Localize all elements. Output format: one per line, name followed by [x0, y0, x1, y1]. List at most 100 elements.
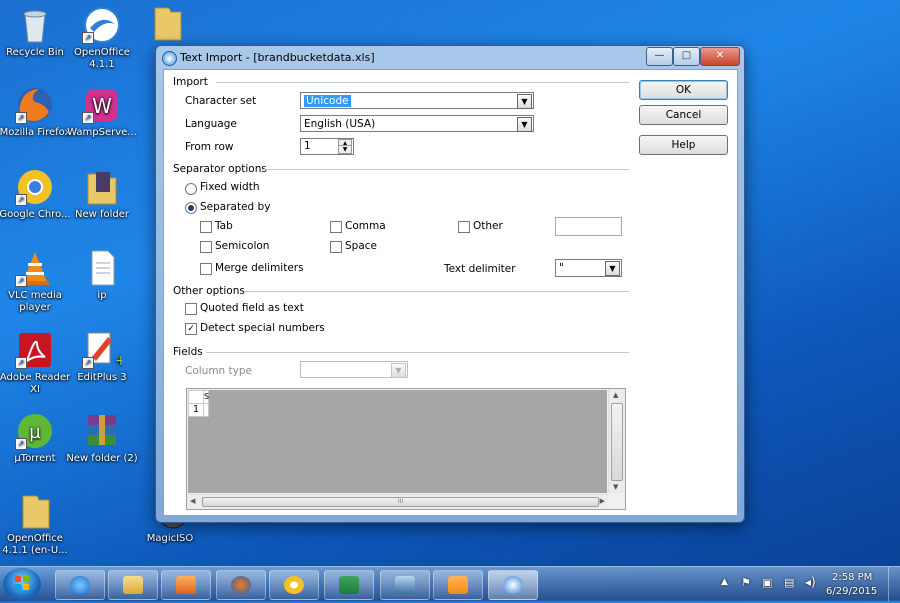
winrar-archive-icon	[82, 412, 122, 450]
desktop-icon-new-folder[interactable]: New folder	[66, 168, 138, 221]
minimize-button[interactable]: —	[646, 47, 673, 66]
desktop-icon-wampserver[interactable]: W ↗ WampServe...	[66, 86, 138, 139]
desktop-icon-vlc[interactable]: ↗ VLC media player	[0, 249, 71, 314]
fields-section-heading: Fields	[173, 346, 203, 358]
cancel-button[interactable]: Cancel	[639, 105, 728, 125]
detect-special-numbers-checkbox[interactable]: ✓	[185, 323, 197, 335]
space-checkbox[interactable]	[330, 241, 342, 253]
utorrent-icon: µ ↗	[15, 412, 55, 450]
taskbar-chrome[interactable]	[269, 570, 319, 600]
scroll-right-icon[interactable]: ▶	[600, 497, 605, 505]
tray-action-center-icon[interactable]: ▣	[762, 576, 772, 589]
preview-grid[interactable]: S 1 ▲ ▼ ◀ III ▶	[186, 388, 626, 510]
fixed-width-radio[interactable]	[185, 183, 197, 195]
ok-button[interactable]: OK	[639, 80, 728, 100]
other-separator-input[interactable]	[555, 217, 622, 236]
svg-text:+: +	[115, 353, 122, 369]
shortcut-arrow-icon: ↗	[15, 438, 27, 450]
show-desktop-button[interactable]	[888, 567, 900, 601]
svg-text:W: W	[92, 94, 112, 118]
firefox-icon: ↗	[15, 86, 55, 124]
chrome-icon: ↗	[15, 168, 55, 206]
openoffice-icon: ↗	[82, 6, 122, 44]
clock-date[interactable]: 6/29/2015	[826, 586, 877, 597]
other-checkbox[interactable]	[458, 221, 470, 233]
excel-icon	[339, 576, 359, 594]
icon-label: µTorrent	[14, 453, 56, 464]
clock-time[interactable]: 2:58 PM	[832, 572, 872, 583]
taskbar-firefox[interactable]	[216, 570, 266, 600]
grid-column-header[interactable]: S	[203, 390, 209, 404]
chrome-icon	[284, 576, 304, 594]
start-button[interactable]	[3, 568, 41, 600]
scroll-left-icon[interactable]: ◀	[190, 497, 195, 505]
merge-delimiters-checkbox[interactable]	[200, 263, 212, 275]
spin-down-icon[interactable]: ▼	[338, 145, 352, 154]
taskbar-openoffice[interactable]	[488, 570, 538, 600]
grid-cell[interactable]	[203, 403, 209, 417]
maximize-button[interactable]: □	[673, 47, 700, 66]
tray-network-icon[interactable]: ▤	[784, 576, 794, 589]
desktop-icon-chrome[interactable]: ↗ Google Chro...	[0, 168, 71, 221]
scroll-down-icon[interactable]: ▼	[613, 483, 618, 491]
dropdown-arrow-icon[interactable]: ▼	[517, 117, 532, 132]
desktop-icon-openoffice[interactable]: ↗ OpenOffice 4.1.1	[66, 6, 138, 71]
tray-expand-icon[interactable]: ▲	[721, 577, 728, 587]
desktop-icon-utorrent[interactable]: µ ↗ µTorrent	[0, 412, 71, 465]
recycle-bin-icon	[15, 6, 55, 44]
grid-vertical-scrollbar[interactable]: ▲ ▼	[608, 389, 625, 493]
help-button[interactable]: Help	[639, 135, 728, 155]
taskbar-vlc[interactable]	[433, 570, 483, 600]
text-delimiter-dropdown[interactable]: " ▼	[555, 259, 622, 277]
icon-label: OpenOffice 4.1.1	[74, 47, 130, 70]
taskbar-remote-desktop[interactable]	[380, 570, 430, 600]
section-divider	[216, 82, 629, 83]
grid-horizontal-scrollbar[interactable]: ◀ III ▶	[187, 494, 608, 509]
tray-flag-icon[interactable]: ⚑	[741, 576, 751, 589]
vertical-scroll-thumb[interactable]	[611, 403, 623, 481]
dropdown-arrow-icon[interactable]: ▼	[517, 94, 532, 109]
language-value: English (USA)	[304, 118, 376, 130]
taskbar-excel[interactable]	[324, 570, 374, 600]
shortcut-arrow-icon: ↗	[15, 194, 27, 206]
desktop-icon-folder[interactable]	[131, 4, 203, 45]
desktop-icon-adobe-reader[interactable]: ↗ Adobe Reader XI	[0, 331, 71, 396]
desktop-icon-new-folder-2[interactable]: New folder (2)	[66, 412, 138, 465]
horizontal-scroll-thumb[interactable]: III	[202, 497, 599, 507]
taskbar-internet-explorer[interactable]	[55, 570, 105, 600]
folder-icon	[15, 492, 55, 530]
text-delimiter-value: "	[559, 262, 564, 274]
from-row-spinner[interactable]: 1 ▲ ▼	[300, 138, 354, 155]
desktop-icon-editplus[interactable]: + ↗ EditPlus 3	[66, 331, 138, 384]
icon-label: OpenOffice 4.1.1 (en-U...	[2, 533, 68, 556]
quoted-field-checkbox[interactable]	[185, 303, 197, 315]
fixed-width-label: Fixed width	[200, 181, 260, 193]
grid-row-header[interactable]: 1	[188, 403, 204, 417]
section-divider	[206, 352, 629, 353]
desktop-icon-openoffice-installer[interactable]: OpenOffice 4.1.1 (en-U...	[0, 492, 71, 557]
character-set-dropdown[interactable]: Unicode ▼	[300, 92, 534, 109]
text-delimiter-label: Text delimiter	[444, 263, 516, 275]
taskbar-explorer[interactable]	[108, 570, 158, 600]
icon-label: Recycle Bin	[6, 47, 64, 58]
folder-icon	[147, 4, 187, 42]
explorer-icon	[123, 576, 143, 594]
language-dropdown[interactable]: English (USA) ▼	[300, 115, 534, 132]
semicolon-checkbox[interactable]	[200, 241, 212, 253]
merge-delimiters-label: Merge delimiters	[215, 262, 304, 274]
close-button[interactable]: ✕	[700, 47, 740, 66]
desktop-icon-ip[interactable]: ip	[66, 249, 138, 302]
dialog-titlebar[interactable]: Text Import - [brandbucketdata.xls] — □ …	[156, 46, 744, 70]
dropdown-arrow-icon[interactable]: ▼	[391, 363, 406, 378]
comma-checkbox[interactable]	[330, 221, 342, 233]
folder-icon	[82, 168, 122, 206]
separated-by-radio[interactable]	[185, 202, 197, 214]
taskbar-media-player[interactable]	[161, 570, 211, 600]
desktop-icon-recycle-bin[interactable]: Recycle Bin	[0, 6, 71, 59]
desktop-icon-firefox[interactable]: ↗ Mozilla Firefox	[0, 86, 71, 139]
dropdown-arrow-icon[interactable]: ▼	[605, 261, 620, 276]
tab-checkbox[interactable]	[200, 221, 212, 233]
tray-volume-icon[interactable]: ◂)	[805, 575, 816, 589]
column-type-dropdown[interactable]: ▼	[300, 361, 408, 378]
scroll-up-icon[interactable]: ▲	[613, 391, 618, 399]
